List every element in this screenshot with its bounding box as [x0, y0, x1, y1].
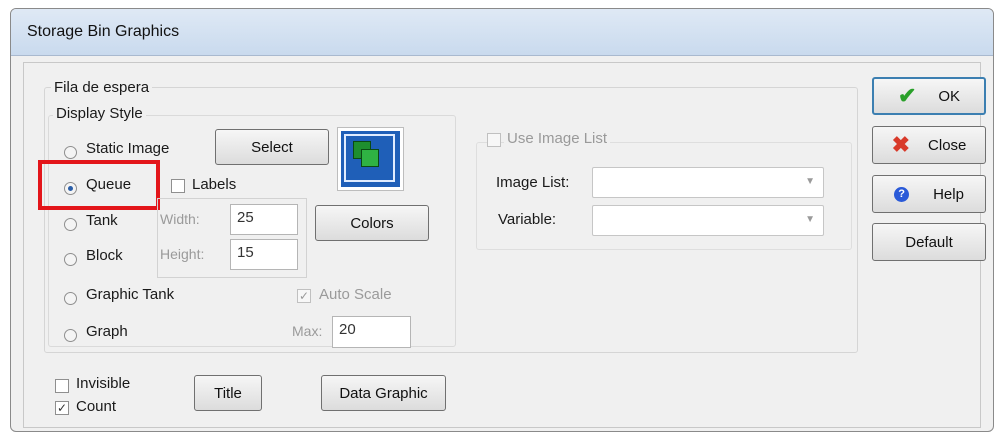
ok-button[interactable]: ✔ OK [872, 77, 986, 115]
variable-dropdown[interactable]: ▼ [592, 205, 824, 236]
variable-label: Variable: [498, 211, 557, 228]
help-button-label: Help [933, 185, 964, 203]
main-group-label: Fila de espera [51, 79, 153, 96]
image-list-label: Image List: [496, 174, 570, 191]
image-list-dropdown[interactable]: ▼ [592, 167, 824, 198]
width-label: Width: [160, 211, 200, 227]
use-image-list-checkbox[interactable] [487, 133, 501, 147]
auto-scale-label[interactable]: Auto Scale [319, 286, 392, 303]
labels-checkbox-label[interactable]: Labels [192, 176, 236, 193]
max-field[interactable]: 20 [332, 316, 411, 348]
labels-checkbox[interactable] [171, 179, 185, 193]
chevron-down-icon: ▼ [805, 176, 815, 187]
help-icon: ? [894, 186, 910, 202]
radio-label-graphic-tank[interactable]: Graphic Tank [86, 286, 174, 303]
radio-label-block[interactable]: Block [86, 247, 123, 264]
close-button-label: Close [928, 136, 967, 154]
default-button[interactable]: Default [872, 223, 986, 261]
radio-static-image[interactable] [64, 146, 77, 159]
window-title: Storage Bin Graphics [27, 23, 180, 40]
x-icon: ✖ [891, 132, 911, 157]
width-field[interactable]: 25 [230, 204, 298, 235]
display-style-label: Display Style [53, 105, 146, 122]
invisible-checkbox[interactable] [55, 379, 69, 393]
invisible-label[interactable]: Invisible [76, 375, 130, 392]
image-preview [337, 127, 404, 191]
title-button[interactable]: Title [194, 375, 262, 411]
radio-graphic-tank[interactable] [64, 292, 77, 305]
radio-label-tank[interactable]: Tank [86, 212, 118, 229]
height-field[interactable]: 15 [230, 239, 298, 270]
count-checkbox[interactable]: ✓ [55, 401, 69, 415]
colors-button[interactable]: Colors [315, 205, 429, 241]
data-graphic-button[interactable]: Data Graphic [321, 375, 446, 411]
radio-label-static-image[interactable]: Static Image [86, 140, 169, 157]
height-label: Height: [160, 246, 205, 262]
radio-block[interactable] [64, 253, 77, 266]
title-bar[interactable]: Storage Bin Graphics [11, 9, 993, 56]
help-button[interactable]: ? Help [872, 175, 986, 213]
close-button[interactable]: ✖ Close [872, 126, 986, 164]
ok-button-label: OK [938, 87, 961, 105]
radio-label-graph[interactable]: Graph [86, 323, 128, 340]
stacked-squares-icon [341, 131, 400, 187]
chevron-down-icon: ▼ [805, 214, 815, 225]
dialog-window: Storage Bin Graphics Fila de espera Disp… [10, 8, 994, 432]
check-icon: ✔ [897, 83, 917, 108]
max-label: Max: [292, 323, 323, 339]
radio-graph[interactable] [64, 329, 77, 342]
auto-scale-checkbox[interactable]: ✓ [297, 289, 311, 303]
queue-highlight-box [38, 160, 160, 210]
count-label[interactable]: Count [76, 398, 116, 415]
radio-tank[interactable] [64, 218, 77, 231]
select-button[interactable]: Select [215, 129, 329, 165]
use-image-list-label[interactable]: Use Image List [504, 130, 611, 147]
dialog-client-area: Fila de espera Display Style Static Imag… [23, 62, 986, 428]
